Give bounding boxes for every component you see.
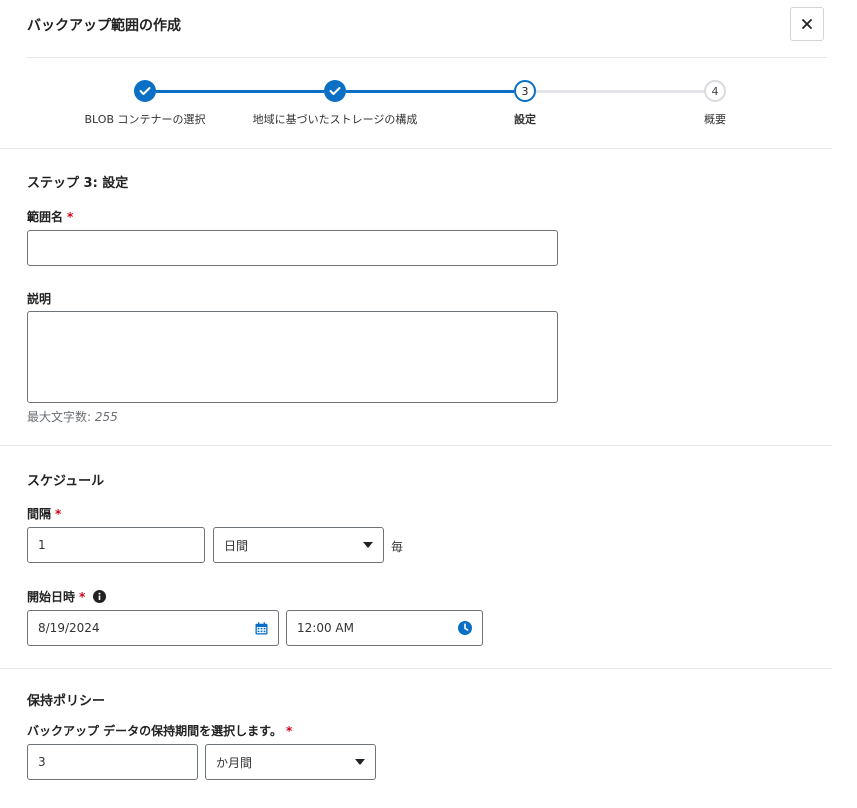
retention-unit-value: か月間: [216, 755, 253, 770]
stepper-line-2: [346, 90, 514, 93]
step-2-label[interactable]: 地域に基づいたストレージの構成: [225, 111, 445, 127]
retention-section-title: 保持ポリシー: [27, 694, 106, 709]
description-char-limit: 最大文字数: 255: [27, 408, 118, 425]
close-icon: [802, 19, 812, 29]
required-marker: *: [67, 210, 74, 224]
interval-label-text: 間隔: [27, 507, 52, 521]
retention-period-label-text: バックアップ データの保持期間を選択します。: [27, 724, 282, 738]
section-divider-1: [0, 445, 832, 446]
interval-unit-select[interactable]: 日間: [213, 527, 384, 563]
clock-icon[interactable]: [458, 621, 472, 635]
calendar-icon[interactable]: [255, 621, 268, 635]
schedule-section-title: スケジュール: [27, 474, 105, 489]
check-icon: [329, 87, 341, 95]
retention-unit-select[interactable]: か月間: [205, 744, 376, 780]
required-marker: *: [55, 507, 62, 521]
start-time-value: 12:00 AM: [297, 621, 354, 635]
step-2-circle[interactable]: [324, 80, 346, 102]
retention-period-input[interactable]: 3: [27, 744, 198, 780]
step-heading: ステップ 3: 設定: [27, 176, 129, 191]
interval-label: 間隔 *: [27, 505, 61, 522]
step-1-label[interactable]: BLOB コンテナーの選択: [35, 111, 255, 127]
section-divider-2: [0, 668, 832, 669]
description-textarea[interactable]: [27, 311, 558, 403]
interval-unit-value: 日間: [224, 538, 249, 553]
dialog-title: バックアップ範囲の作成: [27, 18, 181, 34]
required-marker: *: [79, 589, 86, 604]
stepper: 3 4 BLOB コンテナーの選択 地域に基づいたストレージの構成 設定 概要: [0, 70, 857, 140]
step-1-circle[interactable]: [134, 80, 156, 102]
start-datetime-label: 開始日時 *: [27, 588, 107, 605]
scope-name-label: 範囲名 *: [27, 208, 73, 225]
start-date-picker[interactable]: 8/19/2024: [27, 610, 279, 646]
retention-period-label: バックアップ データの保持期間を選択します。 *: [27, 722, 292, 739]
interval-suffix: 毎: [391, 540, 404, 554]
char-limit-value: 255: [94, 410, 118, 424]
step-3-label: 設定: [514, 113, 536, 126]
required-marker: *: [285, 724, 293, 738]
info-icon[interactable]: [93, 590, 107, 603]
scope-name-input[interactable]: [27, 230, 558, 266]
header-divider: [27, 57, 827, 58]
start-time-picker[interactable]: 12:00 AM: [286, 610, 483, 646]
description-label: 説明: [27, 292, 52, 306]
char-limit-prefix: 最大文字数:: [27, 410, 92, 424]
step-4-label: 概要: [704, 113, 726, 126]
stepper-divider: [0, 148, 832, 149]
check-icon: [139, 87, 151, 95]
stepper-line-3: [536, 90, 704, 93]
step-4-circle: 4: [704, 80, 726, 102]
interval-input[interactable]: 1: [27, 527, 205, 563]
caret-down-icon: [355, 759, 365, 765]
caret-down-icon: [363, 542, 373, 548]
start-date-value: 8/19/2024: [38, 621, 100, 635]
scope-name-label-text: 範囲名: [27, 210, 64, 224]
start-datetime-label-text: 開始日時: [27, 590, 76, 604]
close-button[interactable]: [790, 7, 824, 41]
stepper-line-1: [156, 90, 324, 93]
step-3-circle: 3: [514, 80, 536, 102]
